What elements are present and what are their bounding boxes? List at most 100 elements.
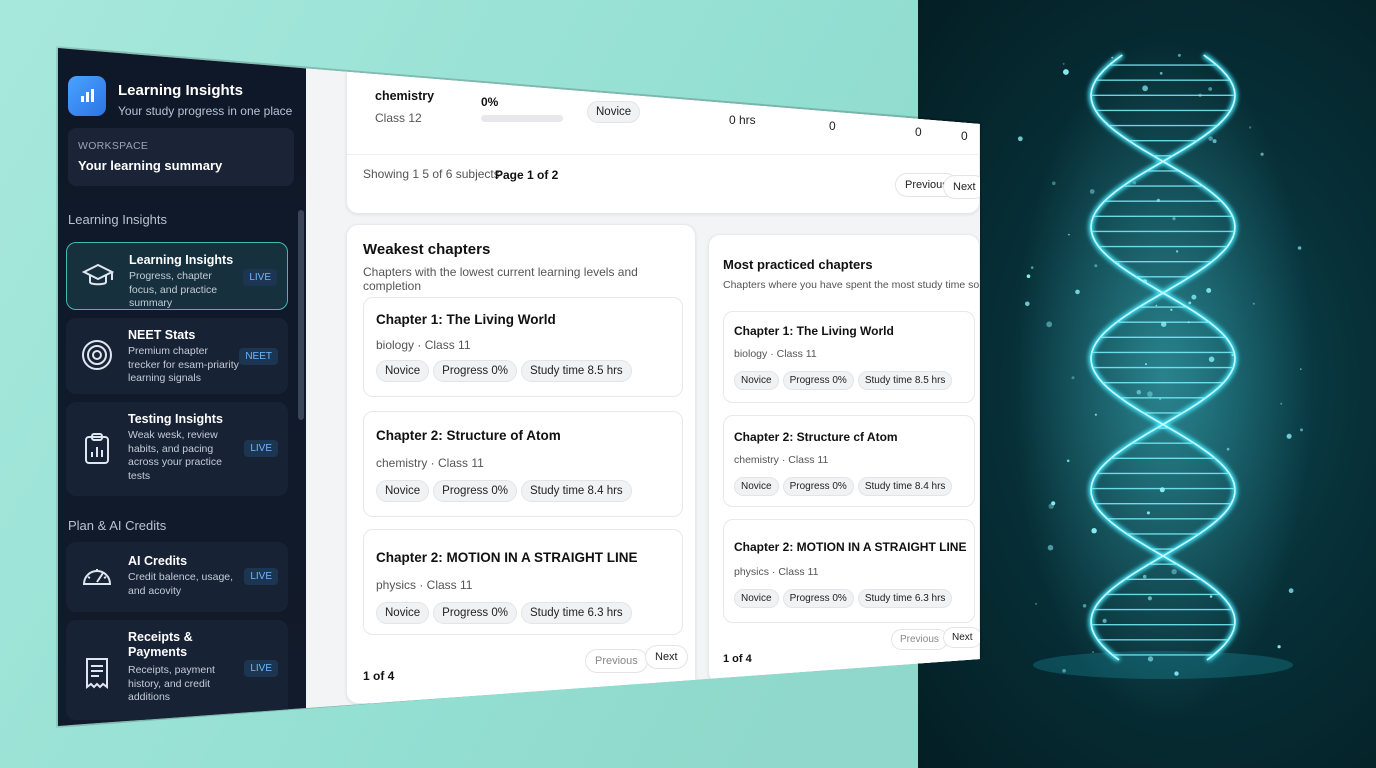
sidebar-item-desc: Credit balence, usage, and acovity (128, 571, 234, 597)
chapter-name: Chapter 2: MOTION IN A STRAIGHT LINE (376, 550, 638, 565)
app-subtitle: Your study progress in one place (118, 104, 293, 118)
sidebar-item-learning-insights[interactable]: Learning Insights Progress, chapter focu… (66, 242, 288, 310)
status-badge: LIVE (244, 568, 278, 585)
panel-subtitle: Chapters with the lowest current learnin… (363, 265, 638, 293)
table-row[interactable]: chemistry Class 12 0% Novice 0 hrs 0 0 0 (347, 63, 980, 155)
previous-button[interactable]: Previous (585, 649, 648, 673)
chapter-meta: physics · Class 11 (734, 566, 819, 578)
count-cell: 0 (915, 125, 922, 139)
sidebar-scrollbar[interactable] (298, 210, 304, 420)
chapter-card[interactable]: Chapter 2: MOTION IN A STRAIGHT LINE phy… (723, 519, 975, 623)
chapter-card[interactable]: Chapter 2: Structure cf Atom chemistry ·… (723, 415, 975, 507)
status-badge: LIVE (244, 660, 278, 677)
sidebar-item-desc: Weak wesk, review habits, and pacing acr… (128, 429, 222, 482)
chapter-name: Chapter 2: MOTION IN A STRAIGHT LINE (734, 540, 967, 554)
sidebar-item-title: Receipts & Payments (128, 630, 193, 659)
panel-subtitle: Chapters where you have spent the most s… (723, 279, 997, 291)
study-time-pill: Study time 8.4 hrs (857, 477, 953, 496)
dna-helix-icon (1013, 40, 1313, 720)
level-pill: Novice (734, 589, 779, 608)
chapter-card[interactable]: Chapter 1: The Living World biology · Cl… (363, 297, 683, 397)
progress-pill: Progress 0% (433, 480, 517, 502)
sidebar-item-receipts-payments[interactable]: Receipts & Payments Receipts, payment hi… (66, 620, 288, 720)
pager-text: 1 of 4 (723, 653, 752, 665)
app-window: Learning Insights Your study progress in… (58, 48, 980, 726)
chapter-name: Chapter 2: Structure of Atom (376, 428, 561, 443)
next-button[interactable]: Next (943, 175, 980, 199)
chapter-meta: physics · Class 11 (376, 578, 473, 592)
study-time-pill: Study time 8.5 hrs (857, 371, 953, 390)
progress-pill: Progress 0% (782, 477, 854, 496)
subject-progress: 0% (481, 95, 499, 109)
level-pill: Novice (734, 371, 779, 390)
chapter-meta: biology · Class 11 (734, 348, 817, 360)
clipboard-chart-icon (85, 433, 109, 464)
showing-count: Showing 1 5 of 6 subjects (363, 167, 500, 181)
progress-pill: Progress 0% (782, 371, 854, 390)
study-time-pill: Study time 8.4 hrs (521, 480, 632, 502)
pager-text: 1 of 4 (363, 669, 395, 683)
sidebar-item-title: AI Credits (128, 554, 188, 568)
progress-bar (481, 115, 563, 122)
previous-button[interactable]: Previous (891, 629, 948, 650)
study-hours: 0 hrs (729, 113, 756, 127)
sidebar-item-title: Learning Insights (129, 253, 234, 267)
workspace-label: WORKSPACE (78, 140, 149, 152)
sidebar-item-title: NEET Stats (128, 328, 196, 342)
section-learning-insights: Learning Insights (68, 212, 168, 227)
speedometer-icon (82, 569, 112, 585)
chapter-card[interactable]: Chapter 2: Structure of Atom chemistry ·… (363, 411, 683, 517)
chapter-name: Chapter 2: Structure cf Atom (734, 430, 898, 444)
level-pill: Novice (734, 477, 779, 496)
chapter-meta: biology · Class 11 (376, 338, 471, 352)
section-plan-ai-credits: Plan & AI Credits (68, 518, 167, 533)
chapter-name: Chapter 1: The Living World (376, 312, 556, 327)
level-pill: Novice (376, 602, 430, 624)
main-content: chemistry Class 12 0% Novice 0 hrs 0 0 0… (306, 48, 980, 726)
weakest-chapters-panel: Weakest chapters Chapters with the lowes… (346, 224, 696, 704)
sidebar-item-title: Testing Insights (128, 412, 223, 426)
status-badge: LIVE (244, 440, 278, 457)
level-badge: Novice (587, 101, 641, 123)
study-time-pill: Study time 6.3 hrs (521, 602, 632, 624)
app-title: Learning Insights (118, 82, 244, 99)
graduation-cap-icon (81, 263, 115, 286)
chapter-meta: chemistry · Class 11 (376, 456, 484, 470)
chapter-card[interactable]: Chapter 2: MOTION IN A STRAIGHT LINE phy… (363, 529, 683, 635)
page-indicator: Page 1 of 2 (495, 168, 559, 182)
level-pill: Novice (376, 480, 430, 502)
panel-title: Weakest chapters (363, 241, 491, 258)
progress-pill: Progress 0% (433, 360, 517, 382)
count-cell: 0 (961, 129, 968, 143)
sidebar-item-desc: Progress, chapter focus, and practice su… (129, 270, 218, 309)
study-time-pill: Study time 6.3 hrs (857, 589, 953, 608)
most-practiced-panel: Most practiced chapters Chapters where y… (708, 234, 980, 684)
bar-chart-icon (68, 76, 106, 116)
subjects-panel: chemistry Class 12 0% Novice 0 hrs 0 0 0… (346, 62, 980, 214)
sidebar-item-desc: Premium chapter trecker for esam-priarit… (128, 345, 239, 384)
target-icon (82, 340, 112, 370)
subject-class: Class 12 (375, 111, 422, 125)
workspace-card[interactable]: WORKSPACE Your learning summary (68, 128, 294, 186)
sidebar-item-ai-credits[interactable]: AI Credits Credit balence, usage, and ac… (66, 542, 288, 612)
sidebar-item-testing-insights[interactable]: Testing Insights Weak wesk, review habit… (66, 402, 288, 496)
chapter-card[interactable]: Chapter 1: The Living World biology · Cl… (723, 311, 975, 403)
status-badge: LIVE (243, 269, 277, 286)
status-badge: NEET (239, 348, 278, 365)
chapter-name: Chapter 1: The Living World (734, 324, 894, 338)
sidebar-item-neet-stats[interactable]: NEET Stats Premium chapter trecker for e… (66, 318, 288, 394)
next-button[interactable]: Next (943, 627, 980, 648)
study-time-pill: Study time 8.5 hrs (521, 360, 632, 382)
sidebar-item-desc: Receipts, payment history, and credit ad… (128, 664, 215, 703)
count-cell: 0 (829, 119, 836, 133)
sidebar: Learning Insights Your study progress in… (58, 48, 306, 726)
level-pill: Novice (376, 360, 430, 382)
next-button[interactable]: Next (645, 645, 688, 669)
receipt-icon (86, 658, 108, 689)
panel-title: Most practiced chapters (723, 257, 873, 272)
progress-pill: Progress 0% (782, 589, 854, 608)
progress-pill: Progress 0% (433, 602, 517, 624)
workspace-title: Your learning summary (78, 158, 223, 173)
chapter-meta: chemistry · Class 11 (734, 454, 829, 466)
subject-name: chemistry (375, 89, 435, 103)
